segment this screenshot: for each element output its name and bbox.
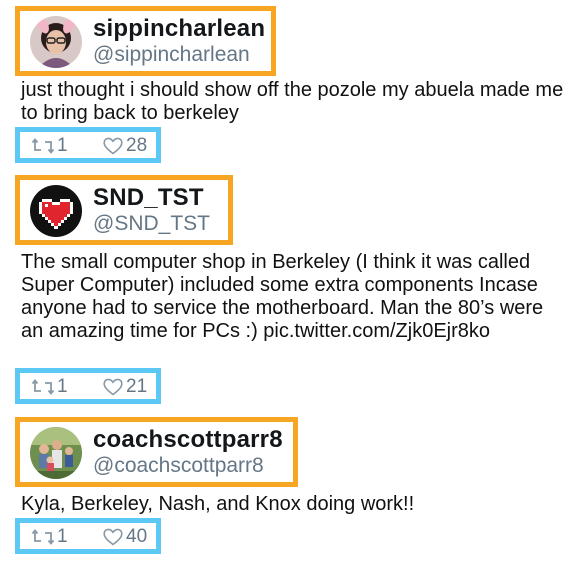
retweet-icon xyxy=(32,529,54,545)
user-handle[interactable]: @SND_TST xyxy=(93,212,210,236)
like-button[interactable]: 40 xyxy=(103,526,147,548)
retweet-button[interactable]: 1 xyxy=(32,526,68,548)
avatar[interactable] xyxy=(30,185,82,237)
retweet-count: 1 xyxy=(57,376,68,397)
like-count: 28 xyxy=(126,135,148,156)
avatar[interactable] xyxy=(30,427,82,479)
retweet-button[interactable]: 1 xyxy=(32,135,68,157)
tweet-author-header[interactable]: sippincharlean @sippincharlean xyxy=(15,6,276,76)
retweet-count: 1 xyxy=(57,135,68,156)
tweet-actions: 1 21 xyxy=(15,368,161,404)
display-name[interactable]: SND_TST xyxy=(93,184,204,212)
tweet-text: Kyla, Berkeley, Nash, and Knox doing wor… xyxy=(21,493,415,515)
heart-outline-icon xyxy=(103,137,123,155)
user-handle[interactable]: @sippincharlean xyxy=(93,43,250,67)
avatar[interactable] xyxy=(30,16,82,68)
heart-outline-icon xyxy=(103,378,123,396)
tweet-text: The small computer shop in Berkeley (I t… xyxy=(21,251,544,342)
like-count: 40 xyxy=(126,526,148,547)
tweet-author-header[interactable]: SND_TST @SND_TST xyxy=(15,175,233,245)
retweet-icon xyxy=(32,138,54,154)
retweet-count: 1 xyxy=(57,526,68,547)
heart-outline-icon xyxy=(103,528,123,546)
display-name[interactable]: sippincharlean xyxy=(93,15,265,43)
like-count: 21 xyxy=(126,376,148,397)
tweet-author-header[interactable]: coachscottparr8 @coachscottparr8 xyxy=(15,417,298,487)
display-name[interactable]: coachscottparr8 xyxy=(93,426,283,454)
retweet-icon xyxy=(32,379,54,395)
like-button[interactable]: 28 xyxy=(103,135,147,157)
like-button[interactable]: 21 xyxy=(103,376,147,398)
user-handle[interactable]: @coachscottparr8 xyxy=(93,454,264,478)
tweet-text: just thought i should show off the pozol… xyxy=(21,79,564,124)
tweet-actions: 1 40 xyxy=(15,518,161,554)
tweet-actions: 1 28 xyxy=(15,127,161,163)
retweet-button[interactable]: 1 xyxy=(32,376,68,398)
